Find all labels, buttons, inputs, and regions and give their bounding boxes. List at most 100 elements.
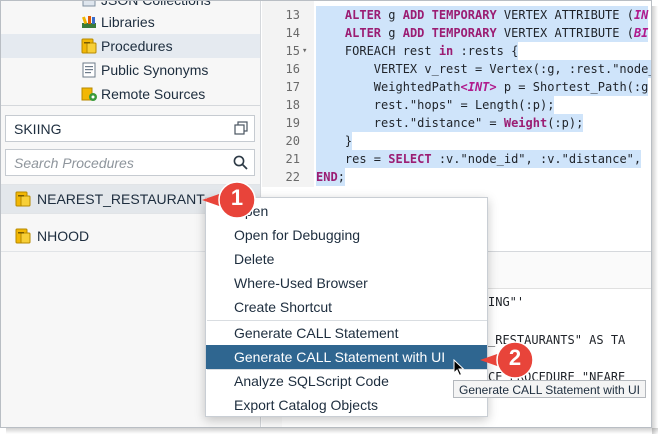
menu-create-shortcut[interactable]: Create Shortcut bbox=[206, 295, 487, 319]
code-token: :rests { bbox=[453, 44, 519, 58]
code-line[interactable]: 15 ▾ FOREACH rest in :rests { bbox=[262, 42, 651, 60]
window-shadow bbox=[652, 6, 658, 434]
context-menu: Open Open for Debugging Delete Where-Use… bbox=[205, 197, 488, 417]
code-line[interactable]: 20 } bbox=[262, 132, 651, 150]
fold-toggle-icon[interactable]: ▾ bbox=[302, 42, 307, 60]
code-text: ALTER g ADD TEMPORARY VERTEX ATTRIBUTE (… bbox=[316, 6, 649, 24]
code-line[interactable]: 18 rest."hops" = Length(:p); bbox=[262, 96, 651, 114]
code-token: :v."node_id", :v."distance", bbox=[431, 152, 642, 166]
schema-field[interactable]: SKIING bbox=[5, 115, 255, 142]
code-token: VERTEX v_rest = Vertex(:g, :rest."node_ bbox=[316, 62, 652, 76]
code-text: rest."distance" = Weight(:p); bbox=[316, 114, 584, 132]
procedure-icon bbox=[15, 228, 31, 244]
menu-generate-call-statement[interactable]: Generate CALL Statement bbox=[206, 321, 487, 345]
search-icon[interactable] bbox=[233, 155, 248, 170]
step-callout-2: 2 bbox=[478, 340, 536, 380]
callout-number: 2 bbox=[508, 345, 522, 370]
menu-delete[interactable]: Delete bbox=[206, 247, 487, 271]
tree-item-remote-sources[interactable]: Remote Sources bbox=[81, 83, 205, 105]
code-token: ALTER bbox=[344, 26, 382, 40]
tree-item-public-synonyms[interactable]: Public Synonyms bbox=[81, 59, 208, 81]
menu-generate-call-statement-with-ui[interactable]: Generate CALL Statement with UI bbox=[206, 345, 487, 369]
code-line[interactable]: 21 res = SELECT :v."node_id", :v."distan… bbox=[262, 150, 651, 168]
line-number: 15 bbox=[285, 44, 300, 58]
line-number: 21 bbox=[285, 152, 300, 166]
code-token: VERTEX ATTRIBUTE ( bbox=[496, 26, 634, 40]
menu-where-used-browser[interactable]: Where-Used Browser bbox=[206, 271, 487, 295]
code-text: WeightedPath<INT> p = Shortest_Path(:g bbox=[316, 78, 649, 96]
code-line[interactable]: 13 ALTER g ADD TEMPORARY VERTEX ATTRIBUT… bbox=[262, 6, 651, 24]
code-token: ADD bbox=[402, 8, 425, 22]
code-token: END bbox=[316, 170, 338, 184]
code-text: ALTER g ADD TEMPORARY VERTEX ATTRIBUTE (… bbox=[316, 24, 649, 42]
code-token: ADD bbox=[402, 26, 425, 40]
code-line[interactable]: 17 WeightedPath<INT> p = Shortest_Path(:… bbox=[262, 78, 651, 96]
code-token: g bbox=[381, 8, 403, 22]
remote-sources-icon bbox=[81, 86, 97, 102]
json-collections-icon bbox=[81, 1, 97, 8]
tooltip: Generate CALL Statement with UI bbox=[453, 380, 646, 398]
line-number: 14 bbox=[285, 26, 300, 40]
menu-open-for-debugging[interactable]: Open for Debugging bbox=[206, 223, 487, 247]
code-token: g bbox=[381, 26, 403, 40]
code-token: BI bbox=[633, 26, 649, 40]
mouse-pointer-icon bbox=[453, 358, 465, 377]
code-token: ; bbox=[337, 170, 345, 184]
tree-item-libraries[interactable]: Libraries bbox=[81, 11, 155, 33]
tree-item-json-collections[interactable]: JSON Collections bbox=[81, 1, 211, 11]
line-number: 22 bbox=[285, 170, 300, 184]
code-token: } bbox=[316, 134, 353, 148]
code-token: IN bbox=[633, 8, 649, 22]
code-text: VERTEX v_rest = Vertex(:g, :rest."node_ bbox=[316, 60, 652, 78]
code-token: rest."hops" = Length(:p); bbox=[316, 98, 555, 112]
code-token: VERTEX ATTRIBUTE ( bbox=[496, 8, 634, 22]
line-number: 19 bbox=[285, 116, 300, 130]
code-text: END; bbox=[316, 168, 345, 186]
libraries-icon bbox=[81, 14, 97, 30]
step-callout-1: 1 bbox=[200, 180, 258, 220]
public-synonyms-icon bbox=[81, 62, 97, 78]
code-text: FOREACH rest in :rests { bbox=[316, 42, 519, 60]
menu-analyze-sqlscript-code[interactable]: Analyze SQLScript Code bbox=[206, 369, 487, 393]
code-token: res = bbox=[316, 152, 389, 166]
code-text: rest."hops" = Length(:p); bbox=[316, 96, 555, 114]
code-line[interactable]: 22 END; bbox=[262, 168, 651, 186]
code-token: TEMPORARY bbox=[431, 26, 497, 40]
line-number: 18 bbox=[285, 98, 300, 112]
open-schema-icon[interactable] bbox=[234, 121, 248, 135]
code-token: Weight bbox=[503, 116, 548, 130]
panel-divider bbox=[1, 105, 260, 106]
code-token: (:p); bbox=[547, 116, 584, 130]
code-line[interactable]: 14 ALTER g ADD TEMPORARY VERTEX ATTRIBUT… bbox=[262, 24, 651, 42]
callout-number: 1 bbox=[230, 185, 244, 210]
code-line[interactable]: 16 VERTEX v_rest = Vertex(:g, :rest."nod… bbox=[262, 60, 652, 78]
code-token: ALTER bbox=[344, 8, 382, 22]
window-shadow bbox=[6, 428, 658, 434]
tree-item-label: Remote Sources bbox=[101, 86, 206, 102]
result-text-fragment: ING"' bbox=[488, 295, 525, 309]
search-procedures-input[interactable]: Search Procedures bbox=[5, 149, 255, 176]
code-token: SELECT bbox=[388, 152, 432, 166]
code-token: WeightedPath bbox=[316, 80, 461, 94]
line-number: 17 bbox=[285, 80, 300, 94]
tree-item-procedures[interactable]: Procedures bbox=[81, 35, 173, 57]
menu-export-catalog-objects[interactable]: Export Catalog Objects bbox=[206, 393, 487, 417]
schema-value: SKIING bbox=[14, 120, 62, 137]
code-text: } bbox=[316, 132, 353, 150]
code-token: FOREACH rest bbox=[316, 44, 439, 58]
tree-item-label: Public Synonyms bbox=[101, 62, 209, 78]
tree-item-label: Libraries bbox=[101, 14, 155, 30]
search-placeholder: Search Procedures bbox=[14, 154, 134, 171]
code-text: res = SELECT :v."node_id", :v."distance"… bbox=[316, 150, 642, 168]
procedure-name: NHOOD bbox=[37, 228, 90, 244]
code-token: p = Shortest_Path(:g bbox=[496, 80, 649, 94]
code-line[interactable]: 19 rest."distance" = Weight(:p); bbox=[262, 114, 651, 132]
code-token: in bbox=[438, 44, 454, 58]
line-number: 20 bbox=[285, 134, 300, 148]
code-token: <INT> bbox=[460, 80, 497, 94]
tree-item-label: Procedures bbox=[101, 38, 173, 54]
line-number: 13 bbox=[285, 8, 300, 22]
